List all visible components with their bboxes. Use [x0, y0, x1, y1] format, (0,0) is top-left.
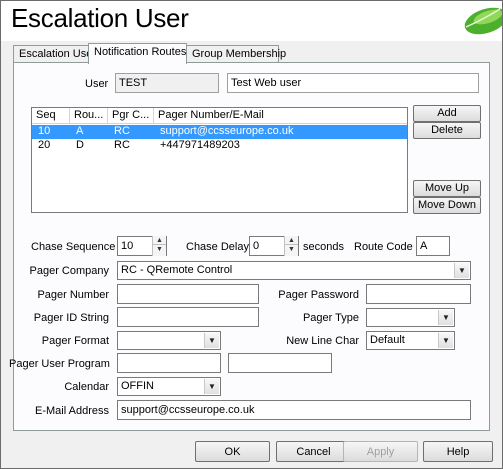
- chevron-down-icon[interactable]: ▼: [438, 310, 453, 325]
- tab-escalation-user[interactable]: Escalation User: [13, 45, 96, 63]
- routes-row[interactable]: 10 A RC support@ccsseurope.co.uk: [32, 125, 407, 139]
- pager-company-label: Pager Company: [29, 265, 110, 277]
- pager-company-value: RC - QRemote Control: [121, 264, 233, 276]
- chevron-down-icon[interactable]: ▼: [454, 263, 469, 278]
- user-id-field: TEST: [115, 73, 219, 93]
- route-code: D: [76, 139, 84, 151]
- new-line-char-label: New Line Char: [286, 335, 359, 347]
- user-label: User: [85, 78, 109, 90]
- add-button[interactable]: Add: [413, 105, 481, 122]
- leaf-logo-icon: [464, 7, 502, 35]
- escalation-user-dialog: Escalation User Escalation User Notifica…: [0, 0, 503, 469]
- column-header-seq[interactable]: Seq: [32, 108, 70, 124]
- pager-user-program-args-field[interactable]: [228, 353, 332, 373]
- pager-company-select[interactable]: RC - QRemote Control ▼: [117, 261, 471, 280]
- spin-down-icon[interactable]: ▼: [285, 245, 298, 254]
- column-header-pager-number[interactable]: Pager Number/E-Mail: [154, 108, 407, 124]
- route-pager-company: RC: [114, 125, 130, 137]
- routes-list-header: Seq Rou... Pgr C... Pager Number/E-Mail: [32, 108, 407, 124]
- chase-sequence-spin-buttons[interactable]: ▲ ▼: [152, 236, 166, 256]
- column-header-pager-company[interactable]: Pgr C...: [108, 108, 154, 124]
- pager-type-select[interactable]: ▼: [366, 308, 455, 327]
- help-button[interactable]: Help: [423, 441, 493, 462]
- pager-type-label: Pager Type: [302, 312, 359, 324]
- pager-id-string-label: Pager ID String: [33, 312, 109, 324]
- new-line-char-select[interactable]: Default ▼: [366, 331, 455, 350]
- dialog-header: Escalation User: [1, 1, 502, 41]
- column-header-route[interactable]: Rou...: [70, 108, 108, 124]
- routes-list[interactable]: Seq Rou... Pgr C... Pager Number/E-Mail …: [31, 107, 408, 213]
- apply-button[interactable]: Apply: [343, 441, 418, 462]
- move-up-button[interactable]: Move Up: [413, 180, 481, 197]
- chevron-down-icon[interactable]: ▼: [204, 333, 219, 348]
- pager-password-field[interactable]: [366, 284, 471, 304]
- routes-row[interactable]: 20 D RC +447971489203: [32, 139, 407, 153]
- chase-sequence-label: Chase Sequence: [31, 241, 116, 253]
- new-line-char-value: Default: [370, 334, 405, 346]
- calendar-value: OFFIN: [121, 380, 154, 392]
- route-code-field[interactable]: A: [416, 236, 450, 256]
- pager-number-label: Pager Number: [37, 289, 109, 301]
- pager-number-field[interactable]: [117, 284, 259, 304]
- move-down-button[interactable]: Move Down: [413, 197, 481, 214]
- pager-format-label: Pager Format: [41, 335, 109, 347]
- pager-user-program-field[interactable]: [117, 353, 221, 373]
- spin-up-icon[interactable]: ▲: [285, 236, 298, 245]
- pager-id-string-field[interactable]: [117, 307, 259, 327]
- seconds-label: seconds: [303, 241, 344, 253]
- chevron-down-icon[interactable]: ▼: [204, 379, 219, 394]
- chase-sequence-value: 10: [121, 240, 134, 252]
- calendar-select[interactable]: OFFIN ▼: [117, 377, 221, 396]
- email-address-field[interactable]: support@ccsseurope.co.uk: [117, 400, 471, 420]
- chase-delay-spin-buttons[interactable]: ▲ ▼: [284, 236, 298, 256]
- route-seq: 10: [38, 125, 51, 137]
- pager-user-program-label: Pager User Program: [9, 358, 110, 370]
- delete-button[interactable]: Delete: [413, 122, 481, 139]
- route-pager-number: +447971489203: [160, 139, 240, 151]
- route-pager-company: RC: [114, 139, 130, 151]
- chevron-down-icon[interactable]: ▼: [438, 333, 453, 348]
- ok-button[interactable]: OK: [195, 441, 270, 462]
- pager-password-label: Pager Password: [278, 289, 359, 301]
- user-name-field: Test Web user: [227, 73, 479, 93]
- route-code-label: Route Code: [354, 241, 413, 253]
- pager-format-select[interactable]: ▼: [117, 331, 221, 350]
- dialog-title: Escalation User: [11, 3, 189, 33]
- spin-down-icon[interactable]: ▼: [153, 245, 166, 254]
- email-address-label: E-Mail Address: [35, 405, 109, 417]
- chase-delay-label: Chase Delay: [186, 241, 249, 253]
- spin-up-icon[interactable]: ▲: [153, 236, 166, 245]
- route-code: A: [76, 125, 84, 137]
- route-seq: 20: [38, 139, 51, 151]
- calendar-label: Calendar: [64, 381, 109, 393]
- tab-notification-routes[interactable]: Notification Routes: [88, 43, 187, 64]
- chase-delay-value: 0: [253, 240, 260, 252]
- cancel-button[interactable]: Cancel: [276, 441, 351, 462]
- tab-group-membership[interactable]: Group Membership: [186, 45, 286, 63]
- route-pager-number: support@ccsseurope.co.uk: [160, 125, 294, 137]
